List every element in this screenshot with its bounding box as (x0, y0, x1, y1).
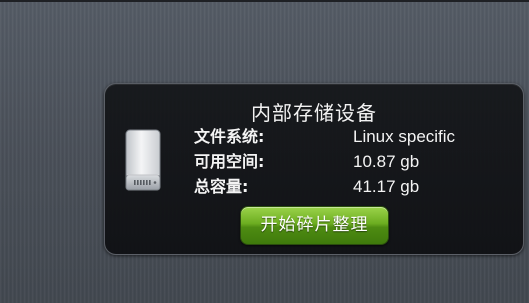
available-space-value: 10.87 gb (353, 152, 420, 171)
hard-drive-icon (125, 129, 161, 191)
card-title: 内部存储设备 (251, 101, 377, 125)
internal-storage-card: 内部存储设备 文件系统: Linux specific 可用空间: 10.87 … (104, 83, 524, 255)
file-system-label: 文件系统: (194, 127, 265, 146)
total-capacity-value: 41.17 gb (353, 177, 420, 196)
total-capacity-label: 总容量: (194, 177, 249, 196)
top-edge-divider (0, 0, 529, 2)
file-system-row: 文件系统: Linux specific (194, 126, 504, 148)
available-space-row: 可用空间: 10.87 gb (194, 151, 504, 173)
start-defrag-button[interactable]: 开始碎片整理 (240, 206, 389, 245)
available-space-label: 可用空间: (194, 152, 265, 171)
total-capacity-row: 总容量: 41.17 gb (194, 176, 504, 198)
file-system-value: Linux specific (353, 127, 456, 146)
